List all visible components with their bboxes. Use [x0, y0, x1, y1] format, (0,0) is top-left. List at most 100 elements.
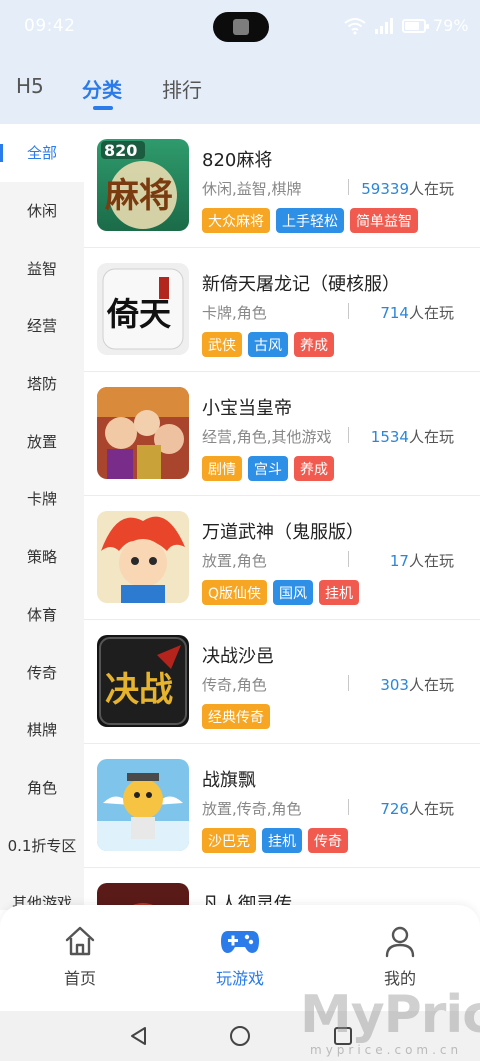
divider: [348, 427, 349, 443]
tag: 养成: [294, 332, 334, 357]
camera-cutout: [213, 12, 269, 42]
status-time: 09:42: [24, 16, 76, 36]
svg-text:决战: 决战: [105, 670, 173, 710]
tab-category[interactable]: 分类: [82, 74, 122, 103]
tag-list: 武侠 古风 养成: [202, 332, 334, 357]
game-categories: 休闲,益智,棋牌: [202, 180, 302, 198]
game-item[interactable]: 万道武神（鬼服版） 放置,角色 17人在玩 Q版仙侠 国风 挂机: [84, 496, 480, 620]
divider: [348, 799, 349, 815]
sidebar-item-legend[interactable]: 传奇: [0, 643, 84, 701]
divider: [348, 179, 349, 195]
divider: [348, 303, 349, 319]
sidebar-item-tower-defense[interactable]: 塔防: [0, 355, 84, 413]
sidebar-item-discount[interactable]: 0.1折专区: [0, 816, 84, 874]
battery-percent: 79%: [433, 16, 469, 35]
tag-list: 沙巴克 挂机 传奇: [202, 828, 348, 853]
signal-icon: [375, 17, 393, 34]
tag: 古风: [248, 332, 288, 357]
back-icon[interactable]: [128, 1025, 150, 1047]
sidebar-item-all[interactable]: 全部: [0, 124, 84, 182]
game-categories: 传奇,角色: [202, 676, 267, 694]
game-name: 战旗飘: [202, 770, 256, 791]
game-name: 小宝当皇帝: [202, 398, 292, 419]
tag: 大众麻将: [202, 208, 270, 233]
wifi-icon: [344, 17, 366, 35]
tag: 剧情: [202, 456, 242, 481]
sidebar-item-strategy[interactable]: 策略: [0, 528, 84, 586]
tag: 传奇: [308, 828, 348, 853]
game-icon: 倚天: [97, 263, 189, 355]
home-circle-icon[interactable]: [229, 1025, 251, 1047]
watermark-logo: MyPrice: [300, 985, 480, 1045]
player-count: 1534人在玩: [370, 428, 454, 446]
tag: 经典传奇: [202, 704, 270, 729]
player-count: 303人在玩: [380, 676, 454, 694]
sidebar-item-business[interactable]: 经营: [0, 297, 84, 355]
sidebar-item-casual[interactable]: 休闲: [0, 182, 84, 240]
game-name: 决战沙邑: [202, 646, 274, 667]
top-tabs: H5 分类 排行: [0, 70, 480, 114]
divider: [348, 551, 349, 567]
nav-label: 首页: [63, 969, 96, 988]
active-tab-indicator: [93, 106, 113, 110]
game-item[interactable]: 凡人御灵传: [84, 868, 480, 910]
status-icons: 79%: [344, 16, 469, 35]
watermark-url: myprice.com.cn: [310, 1043, 463, 1057]
tag-list: Q版仙侠 国风 挂机: [202, 580, 360, 605]
game-name: 820麻将: [202, 150, 273, 171]
game-categories: 放置,传奇,角色: [202, 800, 302, 818]
tag: 上手轻松: [276, 208, 344, 233]
game-item[interactable]: 战旗飘 放置,传奇,角色 726人在玩 沙巴克 挂机 传奇: [84, 744, 480, 868]
tag: 武侠: [202, 332, 242, 357]
game-item[interactable]: 820 麻将 820麻将 休闲,益智,棋牌 59339人在玩 大众麻将 上手轻松…: [84, 124, 480, 248]
tag: 挂机: [319, 580, 360, 605]
game-item[interactable]: 决战 决战沙邑 传奇,角色 303人在玩 经典传奇: [84, 620, 480, 744]
game-icon: [97, 759, 189, 851]
game-icon: [97, 387, 189, 479]
sidebar-item-sports[interactable]: 体育: [0, 586, 84, 644]
game-name: 新倚天屠龙记（硬核服）: [202, 274, 400, 295]
game-item[interactable]: 倚天 新倚天屠龙记（硬核服） 卡牌,角色 714人在玩 武侠 古风 养成: [84, 248, 480, 372]
sidebar-item-idle[interactable]: 放置: [0, 412, 84, 470]
gamepad-icon: [221, 931, 259, 953]
game-icon: [97, 511, 189, 603]
sidebar-item-chess[interactable]: 棋牌: [0, 701, 84, 759]
player-count: 714人在玩: [380, 304, 454, 322]
game-icon: 820 麻将: [97, 139, 189, 231]
tag-list: 大众麻将 上手轻松 简单益智: [202, 208, 418, 233]
nav-label: 玩游戏: [215, 969, 264, 988]
tag: 简单益智: [350, 208, 418, 233]
home-icon: [65, 926, 95, 956]
user-icon: [385, 926, 415, 958]
player-count: 59339人在玩: [361, 180, 454, 198]
category-sidebar: 全部 休闲 益智 经营 塔防 放置 卡牌 策略 体育 传奇 棋牌 角色 0.1折…: [0, 124, 84, 910]
sidebar-item-puzzle[interactable]: 益智: [0, 239, 84, 297]
tag-list: 剧情 宫斗 养成: [202, 456, 334, 481]
svg-text:麻将: 麻将: [105, 176, 173, 216]
sidebar-item-card[interactable]: 卡牌: [0, 470, 84, 528]
game-name: 万道武神（鬼服版）: [202, 522, 364, 543]
game-categories: 经营,角色,其他游戏: [202, 428, 332, 446]
tag: 宫斗: [248, 456, 288, 481]
svg-text:倚天: 倚天: [106, 295, 171, 333]
status-bar: 09:42 79%: [0, 0, 480, 54]
tab-ranking[interactable]: 排行: [162, 74, 202, 103]
sidebar-item-rpg[interactable]: 角色: [0, 759, 84, 817]
tag: 沙巴克: [202, 828, 256, 853]
tag: 国风: [273, 580, 314, 605]
game-categories: 卡牌,角色: [202, 304, 267, 322]
tag-list: 经典传奇: [202, 704, 270, 729]
divider: [348, 675, 349, 691]
nav-me[interactable]: 我的: [350, 923, 450, 989]
game-categories: 放置,角色: [202, 552, 267, 570]
battery-icon: [402, 18, 429, 33]
nav-play-games[interactable]: 玩游戏: [190, 923, 290, 989]
tag: 养成: [294, 456, 334, 481]
game-icon: 决战: [97, 635, 189, 727]
game-item[interactable]: 小宝当皇帝 经营,角色,其他游戏 1534人在玩 剧情 宫斗 养成: [84, 372, 480, 496]
tab-h5[interactable]: H5: [16, 74, 44, 98]
nav-home[interactable]: 首页: [30, 923, 130, 989]
svg-text:820: 820: [104, 141, 137, 160]
tag: 挂机: [262, 828, 302, 853]
player-count: 726人在玩: [380, 800, 454, 818]
